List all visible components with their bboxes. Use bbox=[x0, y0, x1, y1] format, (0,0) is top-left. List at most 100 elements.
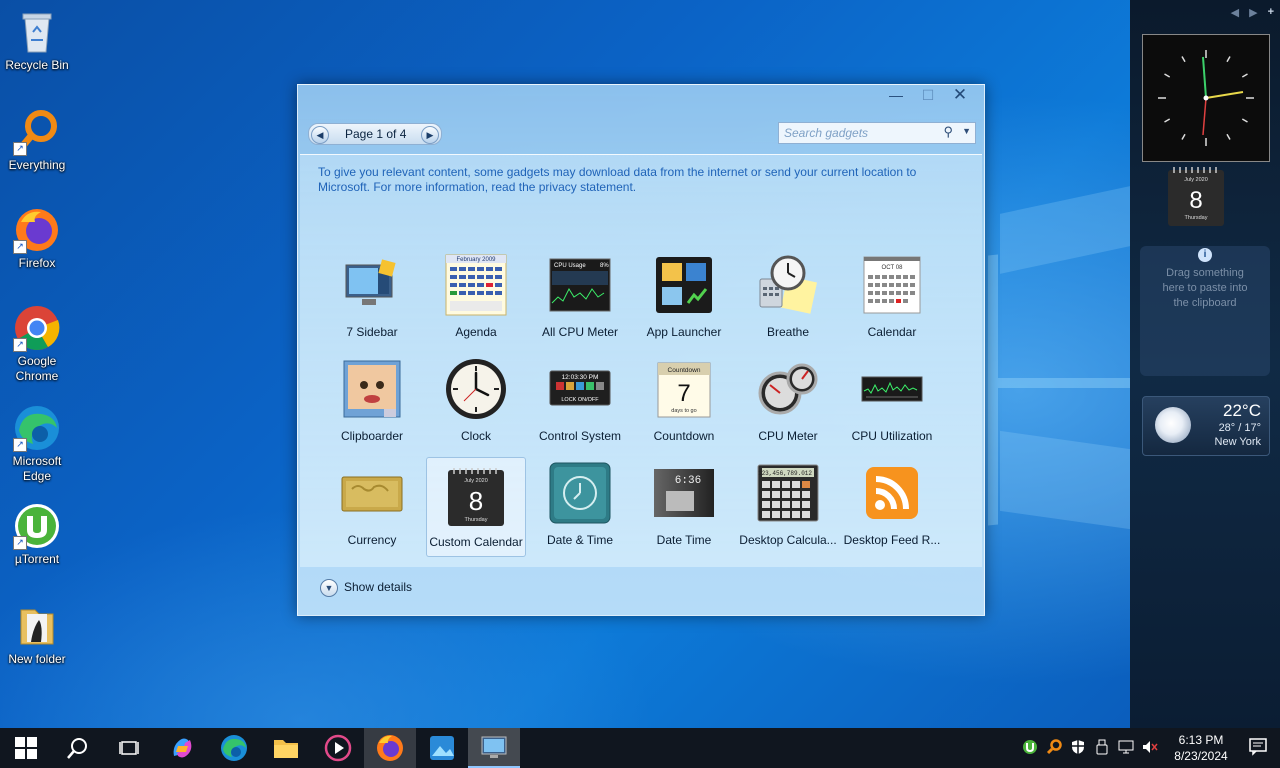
gadget-app-launcher[interactable]: App Launcher bbox=[632, 247, 736, 351]
rss-feed-icon bbox=[860, 461, 924, 525]
start-button[interactable] bbox=[0, 728, 52, 768]
clock-icon bbox=[444, 357, 508, 421]
utorrent-tray-icon[interactable] bbox=[1018, 739, 1042, 758]
gadget-control-system[interactable]: 12:03:30 PM LOCK ON/OFF Control System bbox=[528, 351, 632, 455]
gadget-custom-calendar[interactable]: July 2020 8 Thursday Custom Calendar bbox=[426, 457, 526, 557]
window-controls: — ☐ ✕ bbox=[880, 85, 976, 107]
sidebar-cal-day: 8 bbox=[1189, 187, 1202, 214]
gadget-date-time[interactable]: 6:36 Date Time bbox=[632, 455, 736, 559]
next-icon[interactable]: ▶ bbox=[1249, 6, 1257, 19]
taskbar-edge[interactable] bbox=[208, 728, 260, 768]
maximize-button[interactable]: ☐ bbox=[912, 85, 944, 107]
shortcut-arrow-icon: ↗ bbox=[13, 240, 27, 254]
gadget-agenda[interactable]: February 2009 Agenda bbox=[424, 247, 528, 351]
page-indicator: Page 1 of 4 bbox=[345, 127, 407, 141]
show-details-label: Show details bbox=[344, 580, 413, 595]
network-icon[interactable] bbox=[1114, 739, 1138, 758]
notification-center-icon[interactable] bbox=[1236, 736, 1280, 761]
edge-icon: ↗ bbox=[13, 404, 61, 452]
search-placeholder: Search gadgets bbox=[784, 126, 869, 140]
chevron-down-icon[interactable]: ▼ bbox=[962, 126, 971, 136]
custom-calendar-icon: July 2020 8 Thursday bbox=[444, 464, 508, 528]
info-icon: i bbox=[1198, 248, 1212, 262]
weather-gadget[interactable]: 22°C 28° / 17° New York bbox=[1142, 396, 1270, 456]
gadget-desktop-calculator[interactable]: 123,456,789.012 Desktop Calcula... bbox=[736, 455, 840, 559]
clipboarder-icon bbox=[340, 357, 404, 421]
taskbar-photos[interactable] bbox=[416, 728, 468, 768]
gadget-desktop-feed-reader[interactable]: Desktop Feed R... bbox=[840, 455, 944, 559]
clock-gadget[interactable] bbox=[1142, 34, 1270, 162]
everything-tray-icon[interactable] bbox=[1042, 738, 1066, 758]
minimize-button[interactable]: — bbox=[880, 85, 912, 107]
gadget-calendar[interactable]: OCT 08 Calendar bbox=[840, 247, 944, 351]
breathe-icon bbox=[756, 253, 820, 317]
gadget-name: Control System bbox=[538, 429, 622, 443]
previous-icon[interactable]: ◀ bbox=[1231, 6, 1239, 19]
gadget-date-and-time[interactable]: Date & Time bbox=[528, 455, 632, 559]
custom-calendar-gadget[interactable]: July 2020 8 Thursday bbox=[1168, 166, 1224, 226]
desktop-icon-chrome[interactable]: ↗ Google Chrome bbox=[2, 304, 72, 384]
search-gadgets-input[interactable]: Search gadgets ⚲ ▼ bbox=[778, 122, 976, 144]
desktop-icon-label: Firefox bbox=[18, 256, 56, 270]
taskbar-gadgets[interactable] bbox=[468, 728, 520, 768]
desktop-icon-edge[interactable]: ↗ Microsoft Edge bbox=[2, 404, 72, 484]
gadget-clipboarder[interactable]: Clipboarder bbox=[320, 351, 424, 455]
gadget-name: Currency bbox=[347, 533, 397, 547]
gadget-cpu-utilization[interactable]: CPU Utilization bbox=[840, 351, 944, 455]
moon-icon bbox=[1155, 407, 1191, 443]
control-time-label: 12:03:30 PM bbox=[562, 374, 599, 381]
gadget-countdown[interactable]: Countdown 7 days to go Countdown bbox=[632, 351, 736, 455]
analog-clock-face bbox=[1158, 50, 1254, 146]
desktop-icon-label: µTorrent bbox=[14, 552, 60, 566]
weather-city: New York bbox=[1214, 436, 1261, 448]
search-button[interactable] bbox=[52, 728, 104, 768]
calendar-month-label: OCT 08 bbox=[882, 265, 904, 271]
search-icon[interactable]: ⚲ bbox=[943, 124, 953, 140]
close-button[interactable]: ✕ bbox=[944, 85, 976, 107]
previous-page-button[interactable]: ◀ bbox=[311, 126, 329, 144]
gadget-7-sidebar[interactable]: 7 Sidebar bbox=[320, 247, 424, 351]
folder-icon bbox=[13, 602, 61, 650]
clipboard-drop-area[interactable]: i Drag something here to paste into the … bbox=[1140, 246, 1270, 376]
cpu-meter-icon: CPU Usage 8% bbox=[548, 253, 612, 317]
countdown-icon: Countdown 7 days to go bbox=[652, 357, 716, 421]
gadget-name: CPU Utilization bbox=[851, 429, 933, 443]
edge-icon bbox=[221, 735, 247, 761]
custom-cal-weekday-label: Thursday bbox=[465, 517, 488, 523]
wallpaper-ray bbox=[988, 254, 998, 526]
control-lock-label: LOCK ON/OFF bbox=[561, 397, 599, 403]
task-view-button[interactable] bbox=[104, 728, 156, 768]
agenda-month-label: February 2009 bbox=[456, 257, 496, 263]
gadget-breathe[interactable]: Breathe bbox=[736, 247, 840, 351]
volume-muted-icon[interactable] bbox=[1138, 739, 1162, 758]
usb-device-icon[interactable] bbox=[1090, 739, 1114, 758]
firefox-icon bbox=[377, 735, 403, 761]
privacy-statement[interactable]: To give you relevant content, some gadge… bbox=[318, 165, 958, 195]
taskbar-file-explorer[interactable] bbox=[260, 728, 312, 768]
desktop-icon-everything[interactable]: ↗ Everything bbox=[2, 108, 72, 173]
desktop-icon-label: New folder bbox=[8, 652, 66, 666]
currency-icon bbox=[340, 461, 404, 525]
add-gadget-icon[interactable]: + bbox=[1268, 6, 1274, 19]
gadget-currency[interactable]: Currency bbox=[320, 455, 424, 559]
desktop-icon-recycle-bin[interactable]: Recycle Bin bbox=[2, 8, 72, 73]
shortcut-arrow-icon: ↗ bbox=[13, 142, 27, 156]
gadget-name: Desktop Calcula... bbox=[739, 533, 837, 547]
show-details-toggle[interactable]: ▼ Show details bbox=[320, 579, 412, 597]
gadget-all-cpu-meter[interactable]: CPU Usage 8% All CPU Meter bbox=[528, 247, 632, 351]
gadget-name: App Launcher bbox=[646, 325, 722, 339]
date-time-display-label: 6:36 bbox=[675, 475, 701, 487]
next-page-button[interactable]: ▶ bbox=[421, 126, 439, 144]
wallpaper-ray bbox=[1000, 430, 1130, 530]
security-shield-icon[interactable] bbox=[1066, 739, 1090, 758]
taskbar-firefox[interactable] bbox=[364, 728, 416, 768]
taskbar-copilot[interactable] bbox=[156, 728, 208, 768]
taskbar-clock[interactable]: 6:13 PM 8/23/2024 bbox=[1166, 732, 1236, 764]
gadget-clock[interactable]: Clock bbox=[424, 351, 528, 455]
taskbar-media-player[interactable] bbox=[312, 728, 364, 768]
desktop-icon-firefox[interactable]: ↗ Firefox bbox=[2, 206, 72, 271]
desktop-icon-utorrent[interactable]: ↗ µTorrent bbox=[2, 502, 72, 567]
desktop-icon-new-folder[interactable]: New folder bbox=[2, 602, 72, 667]
cpu-usage-label: CPU Usage bbox=[554, 263, 586, 269]
gadget-cpu-meter[interactable]: CPU Meter bbox=[736, 351, 840, 455]
